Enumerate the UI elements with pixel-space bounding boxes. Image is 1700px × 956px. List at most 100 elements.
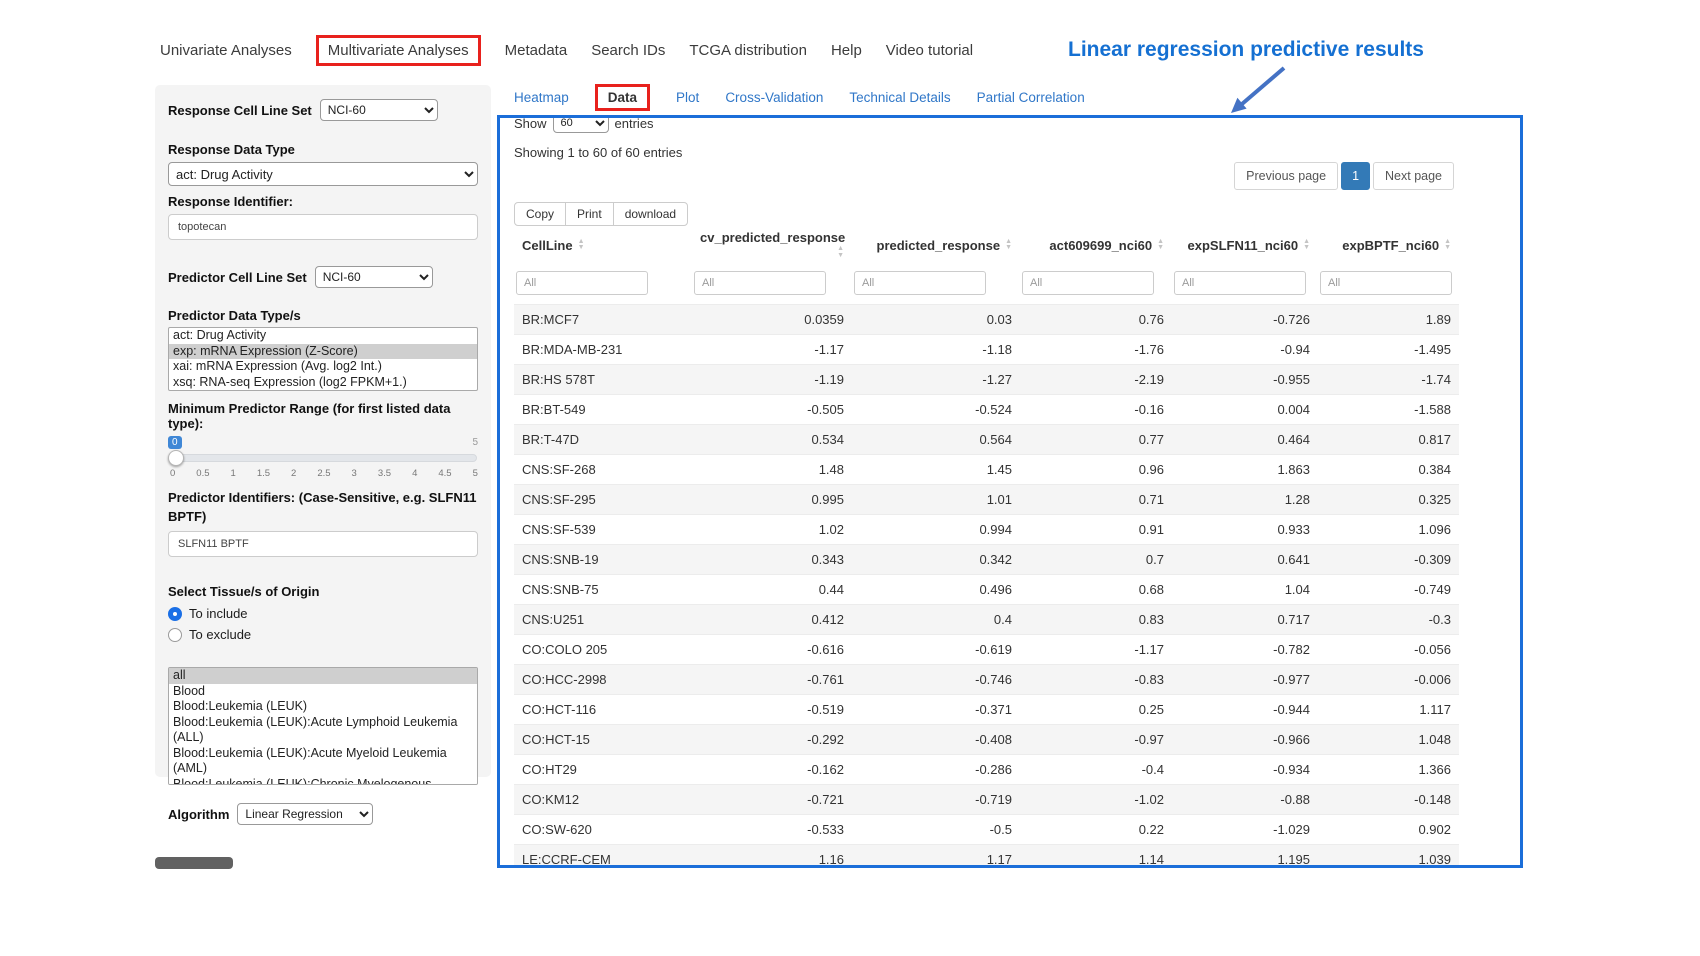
radio-label: To exclude (189, 627, 251, 642)
predictor-data-type-list[interactable]: act: Drug Activityexp: mRNA Expression (… (168, 327, 478, 391)
entries-count-select[interactable]: 60 (553, 115, 609, 133)
value-cell: 0.534 (692, 425, 852, 455)
sort-icon[interactable]: ▲▼ (578, 239, 585, 252)
value-cell: 0.412 (692, 605, 852, 635)
table-row: CO:SW-620-0.533-0.50.22-1.0290.902 (514, 815, 1459, 845)
predictor-identifiers-label: Predictor Identifiers: (Case-Sensitive, … (168, 490, 476, 524)
tab-heatmap[interactable]: Heatmap (514, 90, 569, 105)
previous-page-button[interactable]: Previous page (1234, 162, 1338, 190)
value-cell: -0.3 (1318, 605, 1459, 635)
value-cell: -0.505 (692, 395, 852, 425)
value-cell: -0.4 (1020, 755, 1172, 785)
table-row: CNS:SNB-750.440.4960.681.04-0.749 (514, 575, 1459, 605)
tab-data[interactable]: Data (595, 84, 650, 111)
nav-item-metadata[interactable]: Metadata (505, 42, 568, 59)
sort-icon[interactable]: ▲▼ (1303, 239, 1310, 252)
nav-item-tcga-distribution[interactable]: TCGA distribution (689, 42, 807, 59)
radio-to-exclude[interactable]: To exclude (168, 624, 478, 645)
predictor-data-type-field: Predictor Data Type/s act: Drug Activity… (168, 308, 478, 391)
tab-partial-correlation[interactable]: Partial Correlation (977, 90, 1085, 105)
column-header-cv-predicted-response[interactable]: cv_predicted_response▲▼ (692, 222, 852, 268)
value-cell: -0.944 (1172, 695, 1318, 725)
nav-item-multivariate-analyses[interactable]: Multivariate Analyses (316, 35, 481, 66)
slider-tick-label: 5 (473, 468, 478, 479)
table-row: CO:KM12-0.721-0.719-1.02-0.88-0.148 (514, 785, 1459, 815)
algorithm-select[interactable]: Linear Regression (237, 803, 373, 825)
sort-icon[interactable]: ▲▼ (1444, 239, 1451, 252)
page-number-button[interactable]: 1 (1341, 162, 1370, 190)
value-cell: 0.933 (1172, 515, 1318, 545)
result-tabs: Heatmap Data Plot Cross-Validation Technical… (514, 84, 1085, 111)
radio-label: To include (189, 606, 248, 621)
filter-input-act609699-nci60[interactable] (1022, 271, 1154, 295)
value-cell: -0.934 (1172, 755, 1318, 785)
value-cell: -0.83 (1020, 665, 1172, 695)
tissue-option[interactable]: Blood:Leukemia (LEUK):Chronic Myelogenou… (169, 777, 477, 786)
cell-line-cell: CO:COLO 205 (514, 635, 692, 665)
predictor-identifiers-input[interactable] (168, 531, 478, 557)
value-cell: -1.27 (852, 365, 1020, 395)
filter-input-cv-predicted-response[interactable] (694, 271, 826, 295)
value-cell: -1.17 (692, 335, 852, 365)
nav-item-help[interactable]: Help (831, 42, 862, 59)
value-cell: 1.17 (852, 845, 1020, 868)
min-predictor-range-slider[interactable]: 0 5 00.511.522.533.544.55 (168, 436, 478, 482)
value-cell: -0.88 (1172, 785, 1318, 815)
filter-input-expslfn11-nci60[interactable] (1174, 271, 1306, 295)
value-cell: 1.28 (1172, 485, 1318, 515)
predictor-data-type-option-act[interactable]: act: Drug Activity (169, 328, 477, 344)
tab-plot[interactable]: Plot (676, 90, 699, 105)
next-page-button[interactable]: Next page (1373, 162, 1454, 190)
column-header-predicted-response[interactable]: predicted_response ▲▼ (852, 222, 1020, 268)
value-cell: 1.89 (1318, 305, 1459, 335)
filter-input-expbptf-nci60[interactable] (1320, 271, 1452, 295)
page: Univariate Analyses Multivariate Analyses… (0, 0, 1700, 956)
value-cell: -0.524 (852, 395, 1020, 425)
column-header-expbptf-nci60[interactable]: expBPTF_nci60▲▼ (1318, 222, 1459, 268)
filter-input-cellline[interactable] (516, 271, 648, 295)
value-cell: 0.464 (1172, 425, 1318, 455)
nav-item-univariate-analyses[interactable]: Univariate Analyses (160, 42, 292, 59)
table-row: CNS:SF-5391.020.9940.910.9331.096 (514, 515, 1459, 545)
tissue-option[interactable]: all (169, 668, 477, 684)
value-cell: -2.19 (1020, 365, 1172, 395)
predictor-data-type-option-exp[interactable]: exp: mRNA Expression (Z-Score) (169, 344, 477, 360)
value-cell: -1.588 (1318, 395, 1459, 425)
sort-icon[interactable]: ▲▼ (837, 246, 844, 259)
nav-item-search-ids[interactable]: Search IDs (591, 42, 665, 59)
predictor-data-type-option-xsq[interactable]: xsq: RNA-seq Expression (log2 FPKM+1.) (169, 375, 477, 391)
predictor-data-type-option-xai[interactable]: xai: mRNA Expression (Avg. log2 Int.) (169, 359, 477, 375)
response-data-type-select[interactable]: act: Drug Activity (168, 162, 478, 186)
predictor-cell-line-set-select[interactable]: NCI-60 (315, 266, 433, 288)
value-cell: 0.96 (1020, 455, 1172, 485)
tissue-option[interactable]: Blood:Leukemia (LEUK):Acute Myeloid Leuk… (169, 746, 477, 777)
tissue-option[interactable]: Blood:Leukemia (LEUK) (169, 699, 477, 715)
partial-hidden-element (155, 857, 233, 869)
value-cell: 0.564 (852, 425, 1020, 455)
sort-icon[interactable]: ▲▼ (1005, 239, 1012, 252)
radio-to-include[interactable]: To include (168, 603, 478, 624)
sort-icon[interactable]: ▲▼ (1157, 239, 1164, 252)
column-header-label: predicted_response (877, 238, 1001, 253)
column-header-act609699-nci60[interactable]: act609699_nci60▲▼ (1020, 222, 1172, 268)
tissue-list-field: allBloodBlood:Leukemia (LEUK)Blood:Leuke… (168, 667, 478, 785)
value-cell: 0.4 (852, 605, 1020, 635)
response-identifier-input[interactable] (168, 214, 478, 240)
tab-cross-validation[interactable]: Cross-Validation (725, 90, 823, 105)
slider-handle[interactable] (168, 450, 184, 466)
tissue-option[interactable]: Blood:Leukemia (LEUK):Acute Lymphoid Leu… (169, 715, 477, 746)
tissue-list[interactable]: allBloodBlood:Leukemia (LEUK)Blood:Leuke… (168, 667, 478, 785)
value-cell: -0.749 (1318, 575, 1459, 605)
value-cell: 1.48 (692, 455, 852, 485)
value-cell: 0.902 (1318, 815, 1459, 845)
cell-line-cell: CO:HCT-116 (514, 695, 692, 725)
response-cell-line-set-select[interactable]: NCI-60 (320, 99, 438, 121)
column-header-expslfn11-nci60[interactable]: expSLFN11_nci60▲▼ (1172, 222, 1318, 268)
tab-technical-details[interactable]: Technical Details (849, 90, 950, 105)
nav-item-video-tutorial[interactable]: Video tutorial (886, 42, 973, 59)
value-cell: 0.342 (852, 545, 1020, 575)
slider-track[interactable] (169, 454, 477, 462)
column-header-cellline[interactable]: CellLine▲▼ (514, 222, 692, 268)
tissue-option[interactable]: Blood (169, 684, 477, 700)
filter-input-predicted-response[interactable] (854, 271, 986, 295)
